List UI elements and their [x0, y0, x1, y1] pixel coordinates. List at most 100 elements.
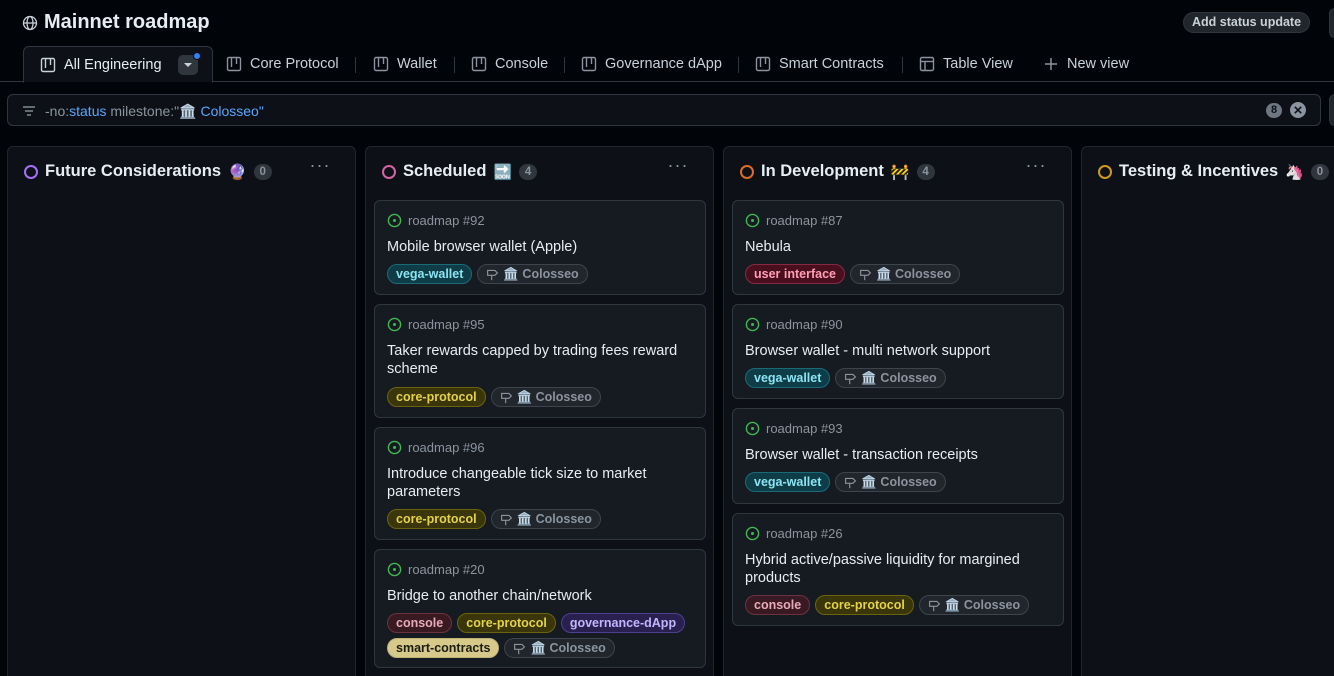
issue-reference: roadmap #26: [745, 526, 843, 541]
status-ring-icon: [740, 164, 754, 179]
column-emoji: 🦄: [1285, 163, 1304, 181]
milestone-icon: [500, 514, 512, 525]
column-more-button[interactable]: ···: [307, 156, 333, 179]
chevron-down-icon: [183, 62, 192, 67]
tab-wallet[interactable]: Wallet: [373, 46, 437, 82]
issue-title[interactable]: Bridge to another chain/network: [387, 587, 693, 605]
clear-filter-button[interactable]: [1290, 102, 1306, 118]
board-icon: [581, 56, 597, 72]
board-icon: [40, 57, 56, 72]
column-emoji: 🚧: [890, 163, 910, 181]
issue-card[interactable]: roadmap #96 Introduce changeable tick si…: [374, 427, 706, 540]
issue-card[interactable]: roadmap #90 Browser wallet - multi netwo…: [732, 304, 1064, 399]
column-header: Scheduled 🔜 4: [382, 162, 538, 181]
label-smart-contracts[interactable]: smart-contracts: [387, 638, 500, 658]
column-count: 4: [916, 163, 935, 180]
milestone-icon: [928, 600, 940, 611]
project-title-text: Mainnet roadmap: [44, 11, 210, 33]
board-icon: [226, 56, 242, 72]
issue-title[interactable]: Browser wallet - transaction receipts: [745, 446, 1051, 464]
label-list: console core-protocol governance-dApp sm…: [387, 613, 697, 658]
tab-governance-dapp[interactable]: Governance dApp: [581, 46, 722, 82]
label-list: core-protocol 🏛️ Colosseo: [387, 387, 697, 407]
issue-reference: roadmap #87: [745, 213, 843, 228]
filter-milestone-value: 🏛️ Colosseo": [179, 103, 264, 119]
milestone-icon: [845, 373, 857, 384]
plus-icon: [1045, 58, 1057, 70]
filter-icon: [23, 106, 35, 116]
tab-console[interactable]: Console: [471, 46, 548, 82]
tab-smart-contracts[interactable]: Smart Contracts: [755, 46, 884, 82]
issue-card[interactable]: roadmap #87 Nebula user interface 🏛️ Col…: [732, 200, 1064, 295]
milestone-label[interactable]: 🏛️ Colosseo: [849, 264, 961, 284]
milestone-label[interactable]: 🏛️ Colosseo: [918, 595, 1030, 615]
label-console[interactable]: console: [745, 595, 811, 615]
column-count: 4: [519, 163, 538, 180]
save-view-button[interactable]: [1329, 94, 1334, 126]
open-issue-icon: [745, 213, 760, 228]
issue-card[interactable]: roadmap #93 Browser wallet - transaction…: [732, 408, 1064, 504]
tab-core-protocol[interactable]: Core Protocol: [226, 46, 339, 82]
milestone-label[interactable]: 🏛️ Colosseo: [504, 638, 615, 658]
filter-result-count: 8: [1266, 103, 1282, 118]
milestone-label[interactable]: 🏛️ Colosseo: [835, 472, 946, 492]
issue-card[interactable]: roadmap #95 Taker rewards capped by trad…: [374, 304, 706, 418]
tab-divider: [564, 57, 565, 73]
label-governance-dapp[interactable]: governance-dApp: [560, 613, 686, 633]
tab-label: Table View: [943, 56, 1013, 72]
issue-title[interactable]: Mobile browser wallet (Apple): [387, 238, 693, 256]
sidebar-toggle-button[interactable]: [1329, 8, 1334, 38]
tab-all-engineering[interactable]: All Engineering: [23, 46, 213, 83]
column-header: In Development 🚧 4: [740, 162, 935, 181]
issue-title[interactable]: Taker rewards capped by trading fees rew…: [387, 342, 693, 378]
milestone-label[interactable]: 🏛️ Colosseo: [490, 509, 601, 529]
issue-title[interactable]: Hybrid active/passive liquidity for marg…: [745, 551, 1051, 587]
issue-card[interactable]: roadmap #92 Mobile browser wallet (Apple…: [374, 200, 706, 295]
status-ring-icon: [382, 164, 396, 179]
milestone-icon: [860, 269, 872, 280]
filter-prefix: -no:: [45, 103, 70, 119]
issue-reference: roadmap #95: [387, 317, 485, 332]
globe-icon: [22, 15, 38, 30]
tab-label: Console: [495, 56, 549, 72]
board-icon: [755, 56, 771, 72]
tab-label: Wallet: [397, 56, 437, 72]
issue-reference: roadmap #96: [387, 440, 485, 455]
column-title: Testing & Incentives: [1119, 162, 1279, 180]
table-icon: [919, 56, 935, 72]
milestone-label[interactable]: 🏛️ Colosseo: [490, 387, 601, 407]
label-core-protocol[interactable]: core-protocol: [387, 387, 486, 407]
label-list: vega-wallet 🏛️ Colosseo: [745, 472, 1055, 492]
column-more-button[interactable]: ···: [1023, 156, 1049, 179]
issue-title[interactable]: Nebula: [745, 238, 1051, 256]
open-issue-icon: [387, 317, 402, 332]
issue-title[interactable]: Introduce changeable tick size to market…: [387, 465, 693, 501]
milestone-label[interactable]: 🏛️ Colosseo: [477, 264, 588, 284]
milestone-label[interactable]: 🏛️ Colosseo: [835, 368, 946, 388]
label-list: vega-wallet 🏛️ Colosseo: [745, 368, 1055, 388]
issue-card[interactable]: roadmap #20 Bridge to another chain/netw…: [374, 549, 706, 668]
label-core-protocol[interactable]: core-protocol: [457, 613, 556, 633]
label-vega-wallet[interactable]: vega-wallet: [387, 264, 473, 284]
label-core-protocol[interactable]: core-protocol: [387, 509, 486, 529]
column-testing-incentives: Testing & Incentives 🦄 0: [1081, 146, 1334, 676]
tab-label: Governance dApp: [605, 56, 722, 72]
filter-status-keyword: status: [69, 103, 107, 119]
label-user-interface[interactable]: user interface: [745, 264, 845, 284]
label-vega-wallet[interactable]: vega-wallet: [745, 368, 831, 388]
issue-card[interactable]: roadmap #26 Hybrid active/passive liquid…: [732, 513, 1064, 626]
column-more-button[interactable]: ···: [665, 156, 691, 179]
view-options-button[interactable]: [177, 51, 201, 75]
column-emoji: 🔮: [228, 163, 247, 181]
issue-title[interactable]: Browser wallet - multi network support: [745, 342, 1051, 360]
tab-table-view[interactable]: Table View: [919, 46, 1013, 82]
label-core-protocol[interactable]: core-protocol: [815, 595, 914, 615]
label-vega-wallet[interactable]: vega-wallet: [745, 472, 831, 492]
issue-reference: roadmap #20: [387, 562, 485, 577]
new-view-button[interactable]: New view: [1043, 46, 1129, 82]
open-issue-icon: [745, 421, 760, 436]
label-console[interactable]: console: [387, 613, 453, 633]
close-icon: [1294, 106, 1302, 114]
add-status-update-button[interactable]: Add status update: [1183, 12, 1311, 33]
filter-input[interactable]: -no:status milestone:"🏛️ Colosseo" 8: [7, 94, 1321, 126]
